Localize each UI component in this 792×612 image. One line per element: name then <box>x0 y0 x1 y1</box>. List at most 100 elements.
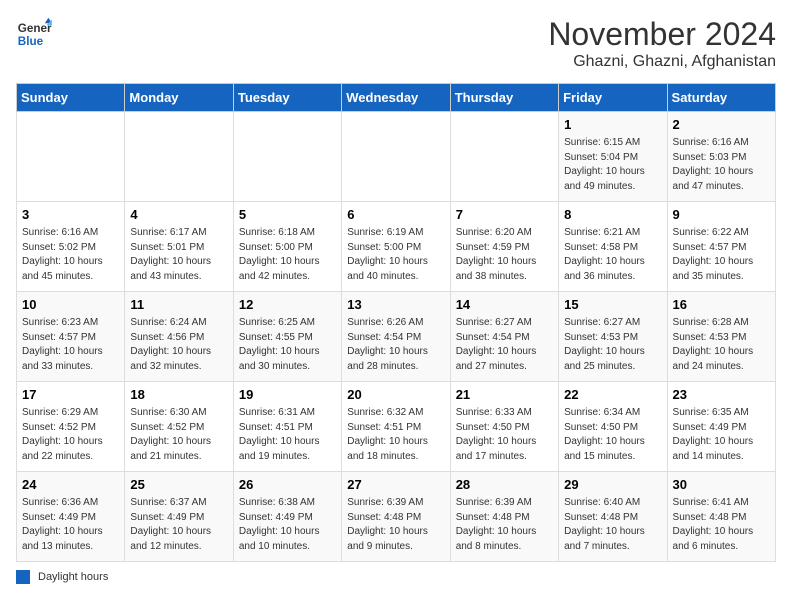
day-number: 15 <box>564 296 661 314</box>
calendar-day-header: Friday <box>559 84 667 112</box>
day-info: Sunrise: 6:36 AM Sunset: 4:49 PM Dayligh… <box>22 496 119 554</box>
calendar-day-cell: 5 Sunrise: 6:18 AM Sunset: 5:00 PM Daylig… <box>233 202 341 292</box>
day-info: Sunrise: 6:33 AM Sunset: 4:50 PM Dayligh… <box>456 406 553 464</box>
day-number: 30 <box>673 476 770 494</box>
day-number: 2 <box>673 116 770 134</box>
logo-icon: General Blue <box>16 16 52 52</box>
calendar-day-cell: 7 Sunrise: 6:20 AM Sunset: 4:59 PM Daylig… <box>450 202 558 292</box>
calendar-day-cell: 25 Sunrise: 6:37 AM Sunset: 4:49 PM Dayli… <box>125 472 233 562</box>
day-info: Sunrise: 6:37 AM Sunset: 4:49 PM Dayligh… <box>130 496 227 554</box>
calendar-day-cell: 9 Sunrise: 6:22 AM Sunset: 4:57 PM Daylig… <box>667 202 775 292</box>
calendar-day-cell: 29Sunrise: 6:40 AM Sunset: 4:48 PM Dayli… <box>559 472 667 562</box>
legend: Daylight hours <box>16 570 776 584</box>
day-info: Sunrise: 6:29 AM Sunset: 4:52 PM Dayligh… <box>22 406 119 464</box>
day-info: Sunrise: 6:30 AM Sunset: 4:52 PM Dayligh… <box>130 406 227 464</box>
calendar-week-row: 24Sunrise: 6:36 AM Sunset: 4:49 PM Dayli… <box>17 472 776 562</box>
calendar-header-row: SundayMondayTuesdayWednesdayThursdayFrid… <box>17 84 776 112</box>
svg-text:General: General <box>18 22 52 35</box>
calendar-day-header: Wednesday <box>342 84 450 112</box>
calendar-day-cell: 21Sunrise: 6:33 AM Sunset: 4:50 PM Dayli… <box>450 382 558 472</box>
calendar-day-header: Thursday <box>450 84 558 112</box>
day-info: Sunrise: 6:32 AM Sunset: 4:51 PM Dayligh… <box>347 406 444 464</box>
day-number: 10 <box>22 296 119 314</box>
calendar-day-cell: 14Sunrise: 6:27 AM Sunset: 4:54 PM Dayli… <box>450 292 558 382</box>
day-number: 1 <box>564 116 661 134</box>
day-number: 4 <box>130 206 227 224</box>
day-info: Sunrise: 6:19 AM Sunset: 5:00 PM Dayligh… <box>347 226 444 284</box>
calendar-day-cell: 15 Sunrise: 6:27 AM Sunset: 4:53 PM Dayli… <box>559 292 667 382</box>
day-number: 19 <box>239 386 336 404</box>
day-info: Sunrise: 6:17 AM Sunset: 5:01 PM Dayligh… <box>130 226 227 284</box>
calendar-week-row: 10 Sunrise: 6:23 AM Sunset: 4:57 PM Dayli… <box>17 292 776 382</box>
day-info: Sunrise: 6:24 AM Sunset: 4:56 PM Dayligh… <box>130 316 227 374</box>
day-info: Sunrise: 6:41 AM Sunset: 4:48 PM Dayligh… <box>673 496 770 554</box>
page-header: General Blue November 2024 Ghazni, Ghazn… <box>16 16 776 71</box>
calendar-day-cell: 2 Sunrise: 6:16 AM Sunset: 5:03 PM Daylig… <box>667 112 775 202</box>
calendar-day-cell: 1 Sunrise: 6:15 AM Sunset: 5:04 PM Daylig… <box>559 112 667 202</box>
day-info: Sunrise: 6:20 AM Sunset: 4:59 PM Dayligh… <box>456 226 553 284</box>
calendar-day-cell: 26 Sunrise: 6:38 AM Sunset: 4:49 PM Dayli… <box>233 472 341 562</box>
day-info: Sunrise: 6:34 AM Sunset: 4:50 PM Dayligh… <box>564 406 661 464</box>
day-number: 26 <box>239 476 336 494</box>
month-title: November 2024 <box>548 16 776 53</box>
calendar-table: SundayMondayTuesdayWednesdayThursdayFrid… <box>16 83 776 562</box>
day-number: 25 <box>130 476 227 494</box>
calendar-day-cell <box>450 112 558 202</box>
calendar-week-row: 3 Sunrise: 6:16 AM Sunset: 5:02 PM Daylig… <box>17 202 776 292</box>
day-info: Sunrise: 6:26 AM Sunset: 4:54 PM Dayligh… <box>347 316 444 374</box>
calendar-day-cell: 19 Sunrise: 6:31 AM Sunset: 4:51 PM Dayli… <box>233 382 341 472</box>
day-info: Sunrise: 6:39 AM Sunset: 4:48 PM Dayligh… <box>347 496 444 554</box>
day-number: 18 <box>130 386 227 404</box>
calendar-week-row: 1 Sunrise: 6:15 AM Sunset: 5:04 PM Daylig… <box>17 112 776 202</box>
calendar-day-cell: 18 Sunrise: 6:30 AM Sunset: 4:52 PM Dayli… <box>125 382 233 472</box>
day-info: Sunrise: 6:22 AM Sunset: 4:57 PM Dayligh… <box>673 226 770 284</box>
day-number: 20 <box>347 386 444 404</box>
day-number: 9 <box>673 206 770 224</box>
day-info: Sunrise: 6:25 AM Sunset: 4:55 PM Dayligh… <box>239 316 336 374</box>
calendar-day-cell: 4 Sunrise: 6:17 AM Sunset: 5:01 PM Daylig… <box>125 202 233 292</box>
day-info: Sunrise: 6:31 AM Sunset: 4:51 PM Dayligh… <box>239 406 336 464</box>
calendar-day-header: Saturday <box>667 84 775 112</box>
day-number: 6 <box>347 206 444 224</box>
calendar-day-cell <box>125 112 233 202</box>
calendar-day-cell: 28Sunrise: 6:39 AM Sunset: 4:48 PM Dayli… <box>450 472 558 562</box>
day-number: 27 <box>347 476 444 494</box>
day-number: 23 <box>673 386 770 404</box>
calendar-week-row: 17 Sunrise: 6:29 AM Sunset: 4:52 PM Dayli… <box>17 382 776 472</box>
day-info: Sunrise: 6:27 AM Sunset: 4:53 PM Dayligh… <box>564 316 661 374</box>
day-info: Sunrise: 6:38 AM Sunset: 4:49 PM Dayligh… <box>239 496 336 554</box>
day-info: Sunrise: 6:16 AM Sunset: 5:02 PM Dayligh… <box>22 226 119 284</box>
day-info: Sunrise: 6:16 AM Sunset: 5:03 PM Dayligh… <box>673 136 770 194</box>
calendar-day-cell: 20 Sunrise: 6:32 AM Sunset: 4:51 PM Dayli… <box>342 382 450 472</box>
calendar-day-cell <box>342 112 450 202</box>
calendar-day-cell: 17 Sunrise: 6:29 AM Sunset: 4:52 PM Dayli… <box>17 382 125 472</box>
day-number: 5 <box>239 206 336 224</box>
legend-color-box <box>16 570 30 584</box>
day-info: Sunrise: 6:18 AM Sunset: 5:00 PM Dayligh… <box>239 226 336 284</box>
calendar-day-cell: 27 Sunrise: 6:39 AM Sunset: 4:48 PM Dayli… <box>342 472 450 562</box>
calendar-day-cell: 8Sunrise: 6:21 AM Sunset: 4:58 PM Daylig… <box>559 202 667 292</box>
calendar-day-cell: 23Sunrise: 6:35 AM Sunset: 4:49 PM Dayli… <box>667 382 775 472</box>
legend-label: Daylight hours <box>38 571 108 583</box>
day-info: Sunrise: 6:28 AM Sunset: 4:53 PM Dayligh… <box>673 316 770 374</box>
location-title: Ghazni, Ghazni, Afghanistan <box>548 53 776 71</box>
calendar-day-cell: 3 Sunrise: 6:16 AM Sunset: 5:02 PM Daylig… <box>17 202 125 292</box>
day-number: 11 <box>130 296 227 314</box>
day-info: Sunrise: 6:40 AM Sunset: 4:48 PM Dayligh… <box>564 496 661 554</box>
day-info: Sunrise: 6:27 AM Sunset: 4:54 PM Dayligh… <box>456 316 553 374</box>
calendar-day-cell: 11 Sunrise: 6:24 AM Sunset: 4:56 PM Dayli… <box>125 292 233 382</box>
calendar-day-cell: 6 Sunrise: 6:19 AM Sunset: 5:00 PM Daylig… <box>342 202 450 292</box>
day-number: 3 <box>22 206 119 224</box>
day-number: 16 <box>673 296 770 314</box>
calendar-day-cell: 24Sunrise: 6:36 AM Sunset: 4:49 PM Dayli… <box>17 472 125 562</box>
day-number: 13 <box>347 296 444 314</box>
day-info: Sunrise: 6:15 AM Sunset: 5:04 PM Dayligh… <box>564 136 661 194</box>
calendar-day-cell: 30 Sunrise: 6:41 AM Sunset: 4:48 PM Dayli… <box>667 472 775 562</box>
day-number: 28 <box>456 476 553 494</box>
day-info: Sunrise: 6:23 AM Sunset: 4:57 PM Dayligh… <box>22 316 119 374</box>
day-number: 17 <box>22 386 119 404</box>
day-number: 7 <box>456 206 553 224</box>
calendar-day-cell: 12Sunrise: 6:25 AM Sunset: 4:55 PM Dayli… <box>233 292 341 382</box>
calendar-day-cell: 22Sunrise: 6:34 AM Sunset: 4:50 PM Dayli… <box>559 382 667 472</box>
title-block: November 2024 Ghazni, Ghazni, Afghanista… <box>548 16 776 71</box>
